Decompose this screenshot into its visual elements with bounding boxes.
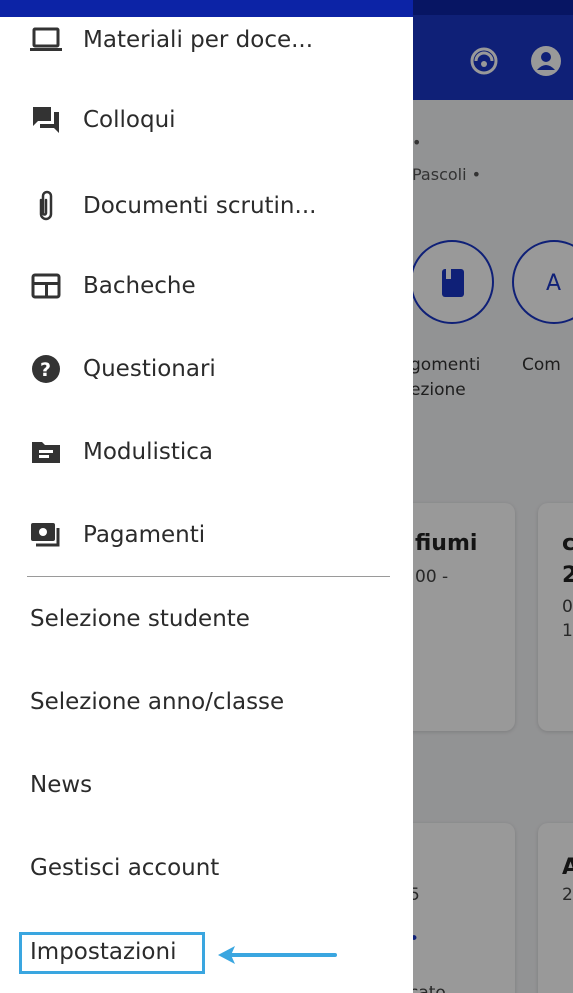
menu-label: Modulistica	[83, 439, 214, 465]
menu-label: Bacheche	[83, 273, 196, 299]
board-icon	[30, 270, 62, 302]
menu-divider	[27, 576, 390, 577]
menu-item-bacheche[interactable]: Bacheche	[0, 256, 413, 316]
menu-item-colloqui[interactable]: Colloqui	[0, 90, 413, 150]
menu-item-selezione-anno-classe[interactable]: Selezione anno/classe	[0, 675, 413, 731]
menu-label: Selezione anno/classe	[30, 689, 285, 715]
menu-item-selezione-studente[interactable]: Selezione studente	[0, 592, 413, 648]
menu-label: Pagamenti	[83, 522, 206, 548]
paperclip-icon	[30, 190, 62, 222]
payment-icon	[30, 519, 62, 551]
help-icon: ?	[30, 353, 62, 385]
menu-item-gestisci-account[interactable]: Gestisci account	[0, 841, 413, 897]
impostazioni-highlight	[19, 932, 205, 974]
menu-item-pagamenti[interactable]: Pagamenti	[0, 505, 413, 565]
menu-label: Questionari	[83, 356, 216, 382]
menu-label: Colloqui	[83, 107, 176, 133]
navigation-drawer: Materiali per doce... Colloqui Documenti…	[0, 0, 413, 993]
menu-item-materiali[interactable]: Materiali per doce...	[0, 10, 413, 70]
menu-item-news[interactable]: News	[0, 758, 413, 814]
pointer-arrow-icon	[218, 946, 337, 964]
menu-label: Selezione studente	[30, 606, 250, 632]
menu-item-modulistica[interactable]: Modulistica	[0, 422, 413, 482]
laptop-icon	[30, 24, 62, 56]
chat-icon	[30, 104, 62, 136]
menu-label: News	[30, 772, 93, 798]
menu-label: Documenti scrutin...	[83, 193, 317, 219]
svg-text:?: ?	[40, 359, 51, 381]
menu-item-documenti[interactable]: Documenti scrutin...	[0, 176, 413, 236]
folder-icon	[30, 436, 62, 468]
menu-label: Gestisci account	[30, 855, 220, 881]
menu-item-questionari[interactable]: ? Questionari	[0, 339, 413, 399]
menu-label: Materiali per doce...	[83, 27, 314, 53]
